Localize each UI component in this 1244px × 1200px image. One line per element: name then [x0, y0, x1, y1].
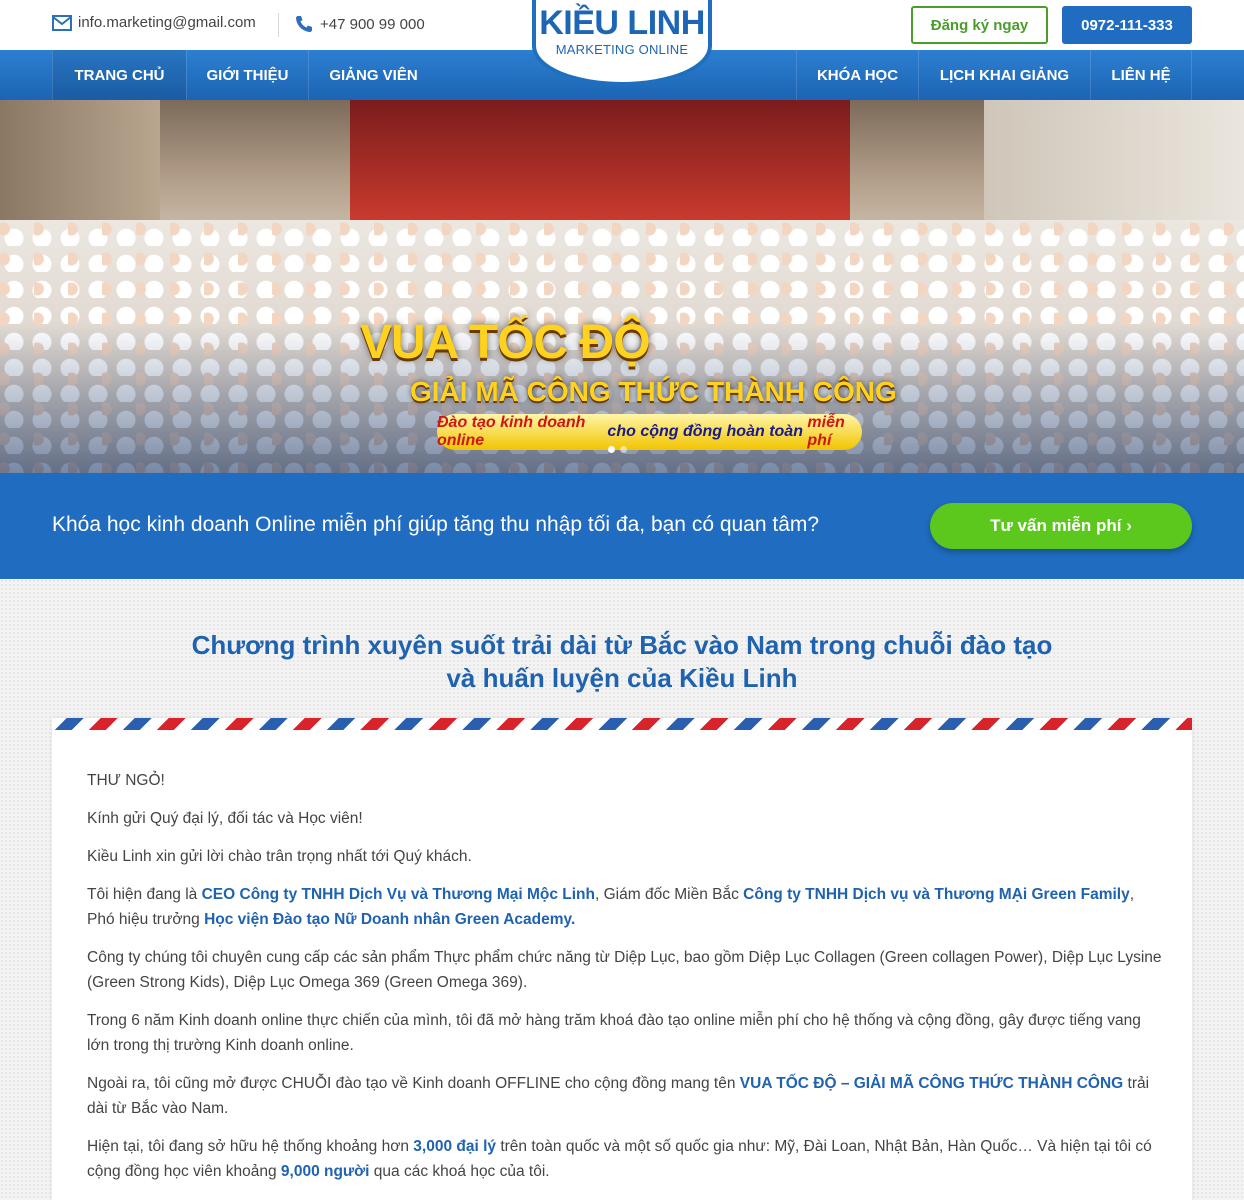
- letter-paragraph-6: Hiện tại, tôi đang sở hữu hệ thống khoản…: [87, 1134, 1162, 1184]
- contact-divider: [278, 13, 279, 37]
- letter-paragraph-2: Tôi hiện đang là CEO Công ty TNHH Dịch V…: [87, 882, 1162, 932]
- hero-slider[interactable]: VUA TỐC ĐỘ GIẢI MÃ CÔNG THỨC THÀNH CÔNG …: [0, 100, 1244, 473]
- hero-tagline-part1: Đào tạo kinh doanh online: [437, 414, 586, 449]
- site-logo[interactable]: KIỀU LINH MARKETING ONLINE: [532, 0, 712, 86]
- letter-paragraph-3: Công ty chúng tôi chuyên cung cấp các sả…: [87, 949, 1162, 991]
- company-mocl-link: CEO Công ty TNHH Dịch Vụ và Thương Mại M…: [201, 886, 595, 903]
- phone-contact[interactable]: +47 900 99 000: [294, 14, 425, 34]
- letter-text: , Giám đốc Miền Bắc: [595, 886, 744, 903]
- free-consult-button[interactable]: Tư vấn miễn phí ›: [930, 503, 1192, 549]
- slider-dot-2[interactable]: [620, 446, 627, 453]
- cta-band: Khóa học kinh doanh Online miễn phí giúp…: [0, 473, 1244, 579]
- letter-text: Tôi hiện đang là: [87, 886, 202, 903]
- letter-heading: THƯ NGỎ!: [87, 772, 165, 789]
- email-icon: [52, 14, 72, 31]
- letter-text: Hiện tại, tôi đang sở hữu hệ thống khoản…: [87, 1138, 414, 1155]
- green-academy: Học viện Đào tạo Nữ Doanh nhân Green Aca…: [204, 911, 576, 928]
- hero-photo-stage: [350, 100, 850, 220]
- nav-trang-chu[interactable]: TRANG CHỦ: [52, 50, 186, 100]
- slider-dots: [608, 446, 627, 453]
- hero-tagline-part2: cho cộng đồng hoàn toàn: [602, 423, 808, 440]
- phone-text: +47 900 99 000: [320, 15, 425, 33]
- section-title-line2: và huấn luyện của Kiều Linh: [446, 663, 798, 693]
- logo-subtitle: MARKETING ONLINE: [555, 42, 689, 57]
- hero-title: VUA TỐC ĐỘ: [360, 316, 651, 369]
- hero-subtitle: GIẢI MÃ CÔNG THỨC THÀNH CÔNG: [410, 376, 897, 407]
- letter-paragraph-1: Kiều Linh xin gửi lời chào trân trọng nh…: [87, 848, 472, 865]
- nav-lien-he[interactable]: LIÊN HỆ: [1090, 50, 1192, 100]
- airmail-stripe: [52, 718, 1192, 730]
- nav-giang-vien[interactable]: GIẢNG VIÊN: [308, 50, 438, 100]
- nav-lich-khai-giang[interactable]: LỊCH KHAI GIẢNG: [918, 50, 1090, 100]
- program-name: VUA TỐC ĐỘ – GIẢI MÃ CÔNG THỨC THÀNH CÔN…: [739, 1075, 1124, 1092]
- cta-text: Khóa học kinh doanh Online miễn phí giúp…: [52, 513, 820, 536]
- email-text: info.marketing@gmail.com: [78, 14, 256, 31]
- letter-text: qua các khoá học của tôi.: [369, 1163, 550, 1180]
- register-button[interactable]: Đăng ký ngay: [911, 6, 1048, 44]
- logo-title: KIỀU LINH: [539, 4, 705, 42]
- letter-paragraph-4: Trong 6 năm Kinh doanh online thực chiến…: [87, 1012, 1141, 1054]
- email-contact[interactable]: info.marketing@gmail.com: [52, 14, 256, 31]
- nav-khoa-hoc[interactable]: KHÓA HỌC: [796, 50, 918, 100]
- letter-paragraph-5: Ngoài ra, tôi cũng mở được CHUỖI đào tạo…: [87, 1071, 1162, 1121]
- hotline-button[interactable]: 0972-111-333: [1062, 6, 1192, 44]
- section-title-line1: Chương trình xuyên suốt trải dài từ Bắc …: [191, 630, 1053, 660]
- top-bar: info.marketing@gmail.com +47 900 99 000 …: [0, 0, 1244, 86]
- letter-text: Ngoài ra, tôi cũng mở được CHUỖI đào tạo…: [87, 1075, 740, 1092]
- program-section: Chương trình xuyên suốt trải dài từ Bắc …: [0, 579, 1244, 1200]
- letter-body: THƯ NGỎ! Kính gửi Quý đại lý, đối tác và…: [87, 768, 1162, 1197]
- open-letter: THƯ NGỎ! Kính gửi Quý đại lý, đối tác và…: [52, 718, 1192, 1200]
- hero-tagline-part3: miễn phí: [807, 414, 845, 449]
- letter-greeting: Kính gửi Quý đại lý, đối tác và Học viên…: [87, 810, 363, 827]
- student-count: 9,000 người: [280, 1163, 370, 1180]
- phone-icon: [296, 16, 312, 32]
- nav-gioi-thieu[interactable]: GIỚI THIỆU: [186, 50, 308, 100]
- company-green-family: Công ty TNHH Dịch vụ và Thương MẠi Green…: [743, 886, 1130, 903]
- section-title: Chương trình xuyên suốt trải dài từ Bắc …: [122, 629, 1122, 695]
- slider-dot-1[interactable]: [608, 446, 615, 453]
- agent-count: 3,000 đại lý: [413, 1138, 497, 1155]
- hero-tagline: Đào tạo kinh doanh online cho cộng đồng …: [437, 414, 862, 450]
